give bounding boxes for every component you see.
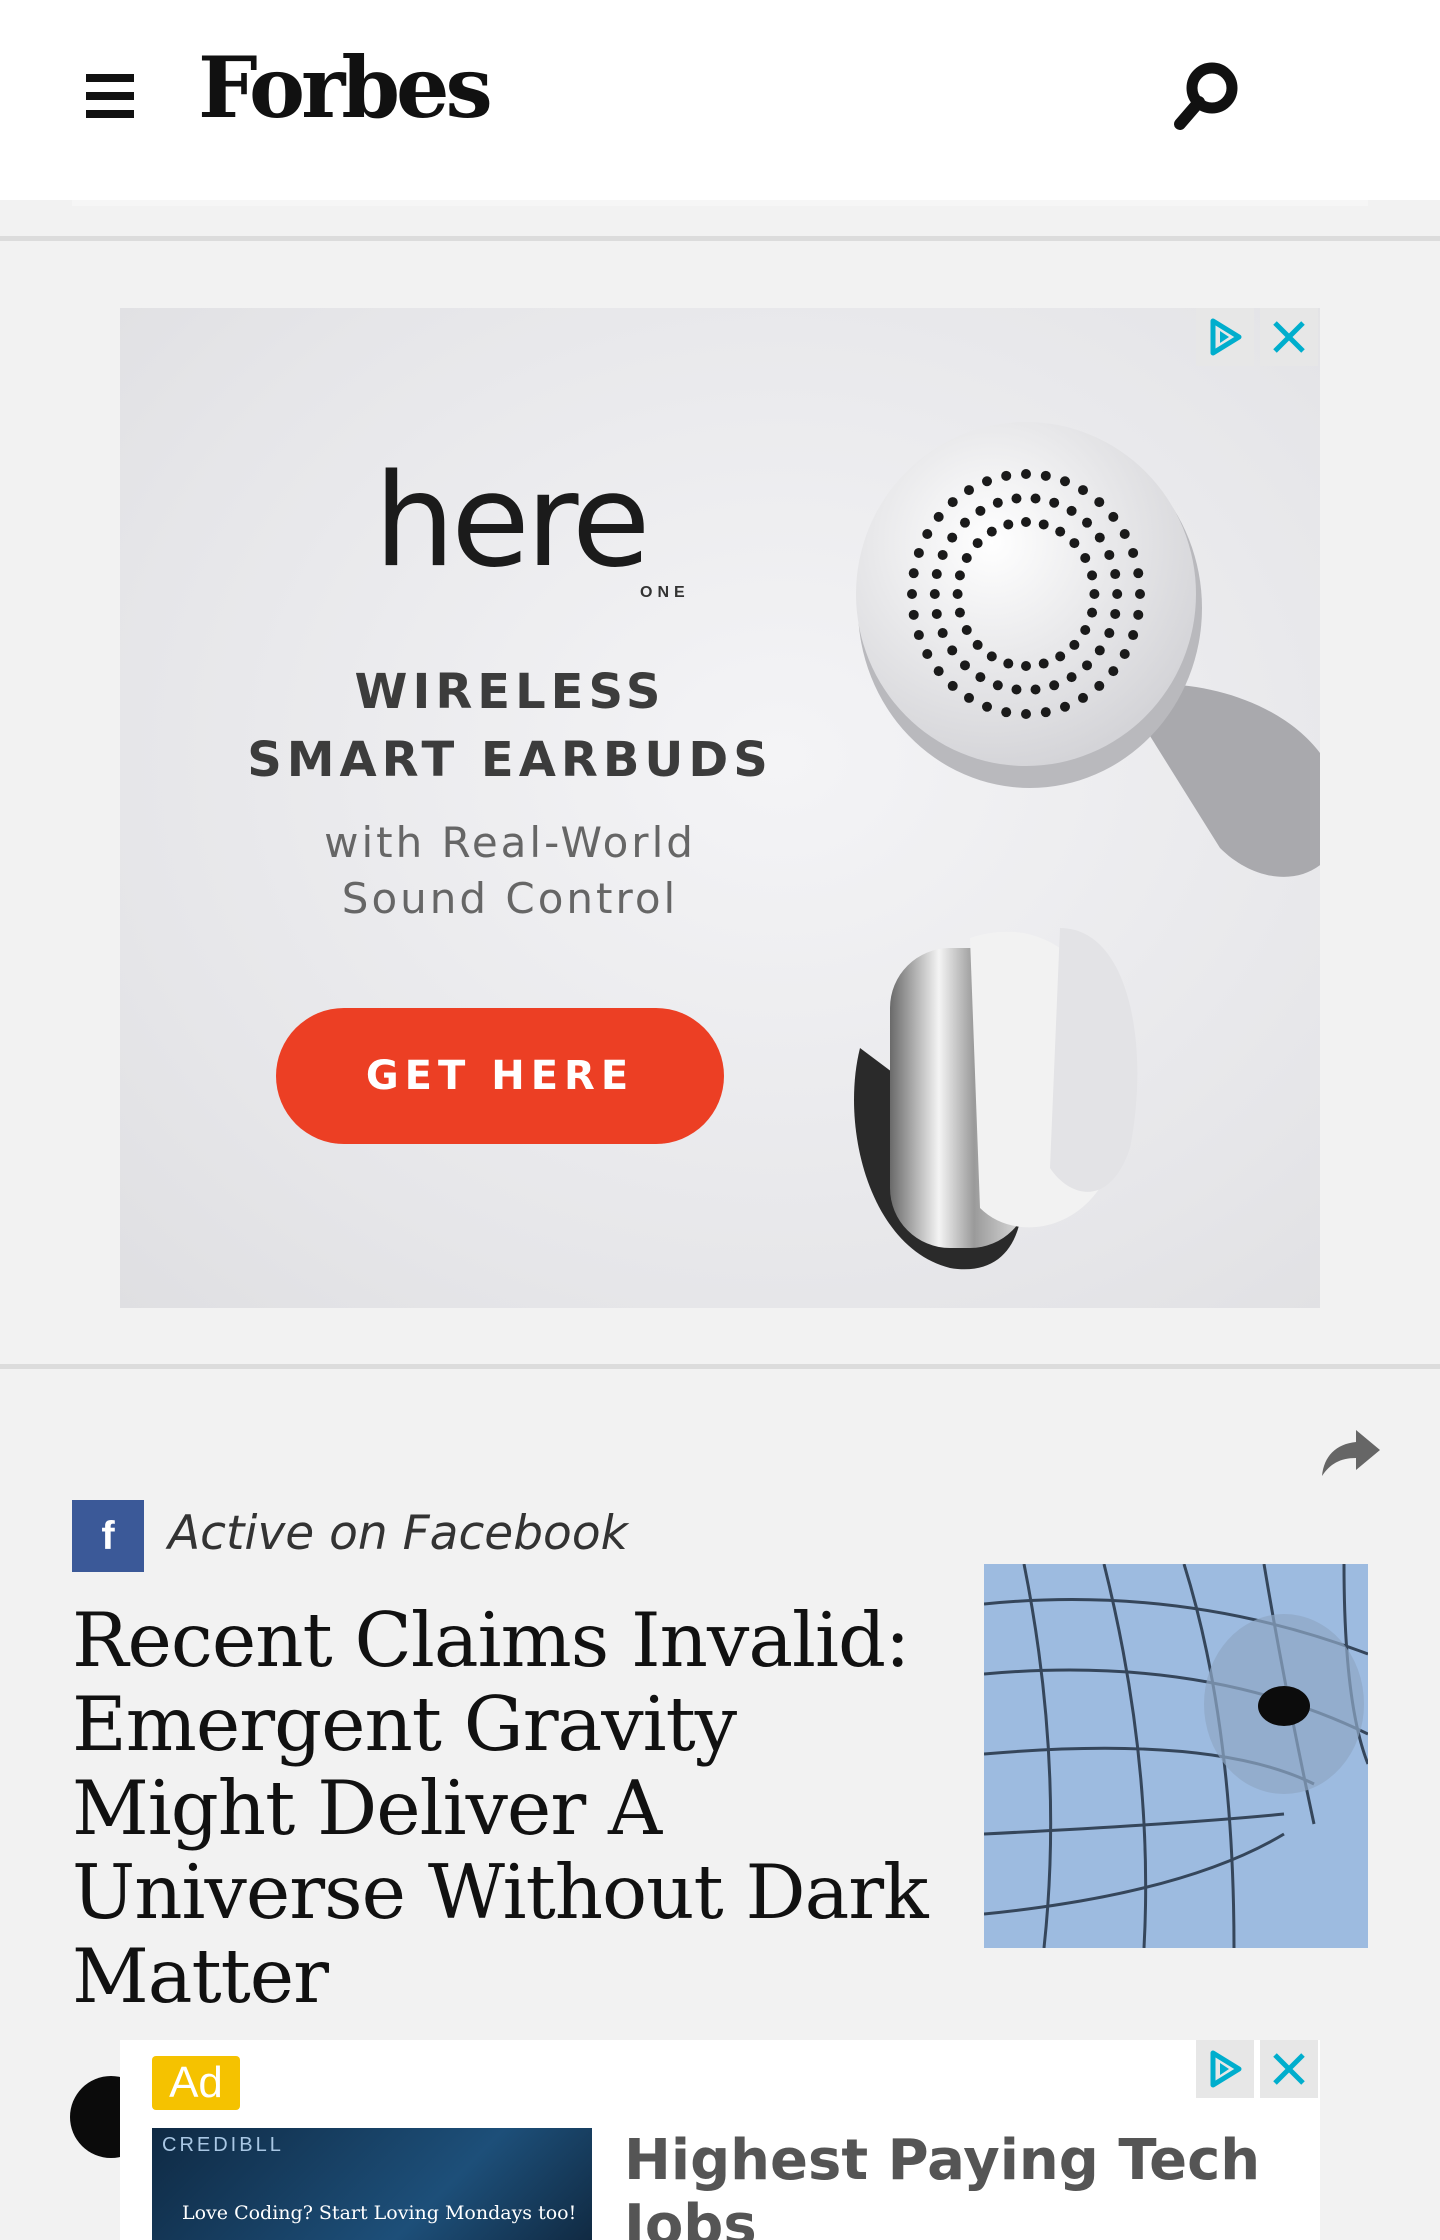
article-headline[interactable]: Recent Claims Invalid: Emergent Gravity … [72, 1598, 972, 2018]
ad-label: Ad [152, 2056, 240, 2110]
article-thumbnail[interactable] [984, 1564, 1368, 1948]
site-header: Forbes [0, 0, 1440, 200]
header-shadow-bar [72, 200, 1368, 206]
ad-image[interactable]: CREDIBLL Love Coding? Start Loving Monda… [152, 2128, 592, 2240]
share-icon[interactable] [1320, 1426, 1384, 1480]
earbuds-product-image [854, 422, 1320, 1270]
facebook-activity-label: Active on Facebook [168, 1506, 628, 1561]
ad-subtext-line2: Sound Control [341, 874, 679, 923]
ad-headline-line1: WIRELESS [354, 664, 666, 720]
ad-image-brand: CREDIBLL [162, 2134, 284, 2156]
divider [0, 236, 1440, 241]
ad-subtext-line1: with Real-World [324, 818, 696, 867]
ad-title[interactable]: Highest Paying Tech Jobs [624, 2128, 1320, 2240]
brand-sub: ONE [640, 584, 690, 601]
adchoices-icon[interactable] [1196, 308, 1254, 366]
search-icon[interactable] [1168, 56, 1248, 136]
hamburger-menu-icon[interactable] [86, 74, 134, 118]
close-icon[interactable] [1260, 308, 1318, 366]
tech-jobs-ad[interactable]: Ad CREDIBLL Love Coding? Start Loving Mo… [120, 2040, 1320, 2240]
get-here-button[interactable]: GET HERE [276, 1008, 724, 1144]
ad-image-caption: Love Coding? Start Loving Mondays too! [182, 2202, 577, 2224]
brand-wordmark: here [374, 447, 650, 596]
earbuds-ad-banner[interactable]: here ONE WIRELESS SMART EARBUDS with Rea… [120, 308, 1320, 1308]
facebook-icon: f [72, 1500, 144, 1572]
forbes-logo[interactable]: Forbes [198, 46, 493, 130]
ad-headline-line2: SMART EARBUDS [247, 732, 773, 788]
adchoices-icon[interactable] [1196, 2040, 1254, 2098]
close-icon[interactable] [1260, 2040, 1318, 2098]
divider [0, 1364, 1440, 1369]
